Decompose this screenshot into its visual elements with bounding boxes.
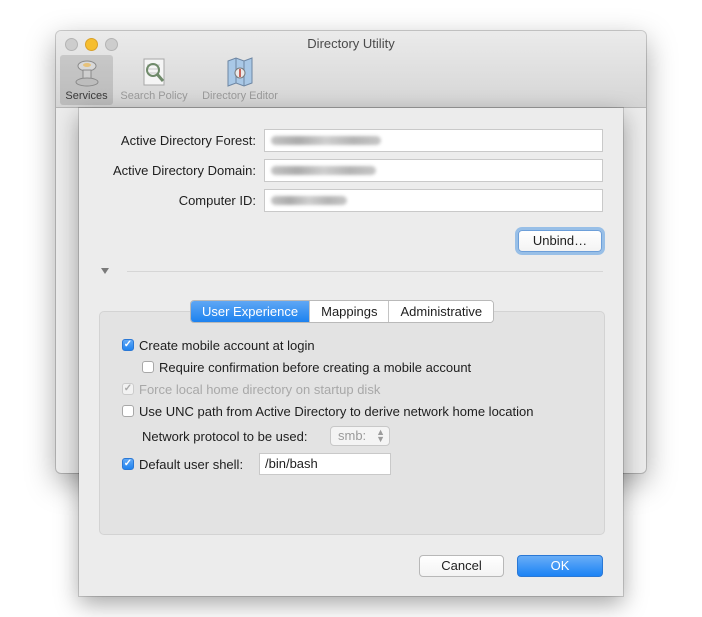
up-down-arrows-icon: ▲ ▼	[376, 427, 385, 444]
tab-user-experience[interactable]: User Experience	[191, 301, 311, 322]
force-local-home-option: ✓ Force local home directory on startup …	[122, 381, 381, 397]
toolbar-directory-editor[interactable]: Directory Editor	[196, 55, 284, 105]
force-local-home-checkbox: ✓	[122, 383, 134, 395]
network-protocol-label: Network protocol to be used:	[142, 429, 308, 444]
domain-field[interactable]	[264, 159, 603, 182]
use-unc-path-option[interactable]: Use UNC path from Active Directory to de…	[122, 403, 534, 419]
unbind-button[interactable]: Unbind…	[518, 230, 602, 252]
disclosure-triangle-icon[interactable]	[101, 268, 109, 274]
cancel-button[interactable]: Cancel	[419, 555, 504, 577]
use-unc-path-checkbox[interactable]	[122, 405, 134, 417]
separator	[127, 271, 603, 272]
network-protocol-popup[interactable]: smb: ▲ ▼	[330, 426, 390, 446]
tab-administrative[interactable]: Administrative	[389, 301, 494, 322]
require-confirmation-option[interactable]: Require confirmation before creating a m…	[142, 359, 471, 375]
directory-editor-icon	[224, 56, 256, 88]
computer-id-label: Computer ID:	[178, 193, 256, 208]
create-mobile-account-checkbox[interactable]: ✓	[122, 339, 134, 351]
redacted-text	[271, 166, 376, 175]
search-policy-icon	[138, 56, 170, 88]
active-directory-options-sheet: Active Directory Forest: Active Director…	[79, 108, 623, 596]
tab-bar: User Experience Mappings Administrative	[190, 300, 495, 323]
title-bar: Directory Utility Services Search Policy…	[56, 31, 646, 108]
domain-label: Active Directory Domain:	[112, 163, 256, 178]
default-shell-checkbox[interactable]: ✓	[122, 458, 134, 470]
require-confirmation-checkbox[interactable]	[142, 361, 154, 373]
tab-mappings[interactable]: Mappings	[310, 301, 390, 322]
forest-field[interactable]	[264, 129, 603, 152]
services-icon	[71, 56, 103, 88]
window-title: Directory Utility	[307, 36, 395, 51]
create-mobile-account-option[interactable]: ✓ Create mobile account at login	[122, 337, 315, 353]
default-shell-field[interactable]: /bin/bash	[259, 453, 391, 475]
toolbar-services[interactable]: Services	[60, 55, 113, 105]
redacted-text	[271, 136, 381, 145]
computer-id-field[interactable]	[264, 189, 603, 212]
ok-button[interactable]: OK	[517, 555, 603, 577]
redacted-text	[271, 196, 347, 205]
default-shell-option[interactable]: ✓ Default user shell:	[122, 456, 243, 472]
forest-label: Active Directory Forest:	[120, 133, 256, 148]
toolbar-search-policy[interactable]: Search Policy	[116, 55, 192, 105]
